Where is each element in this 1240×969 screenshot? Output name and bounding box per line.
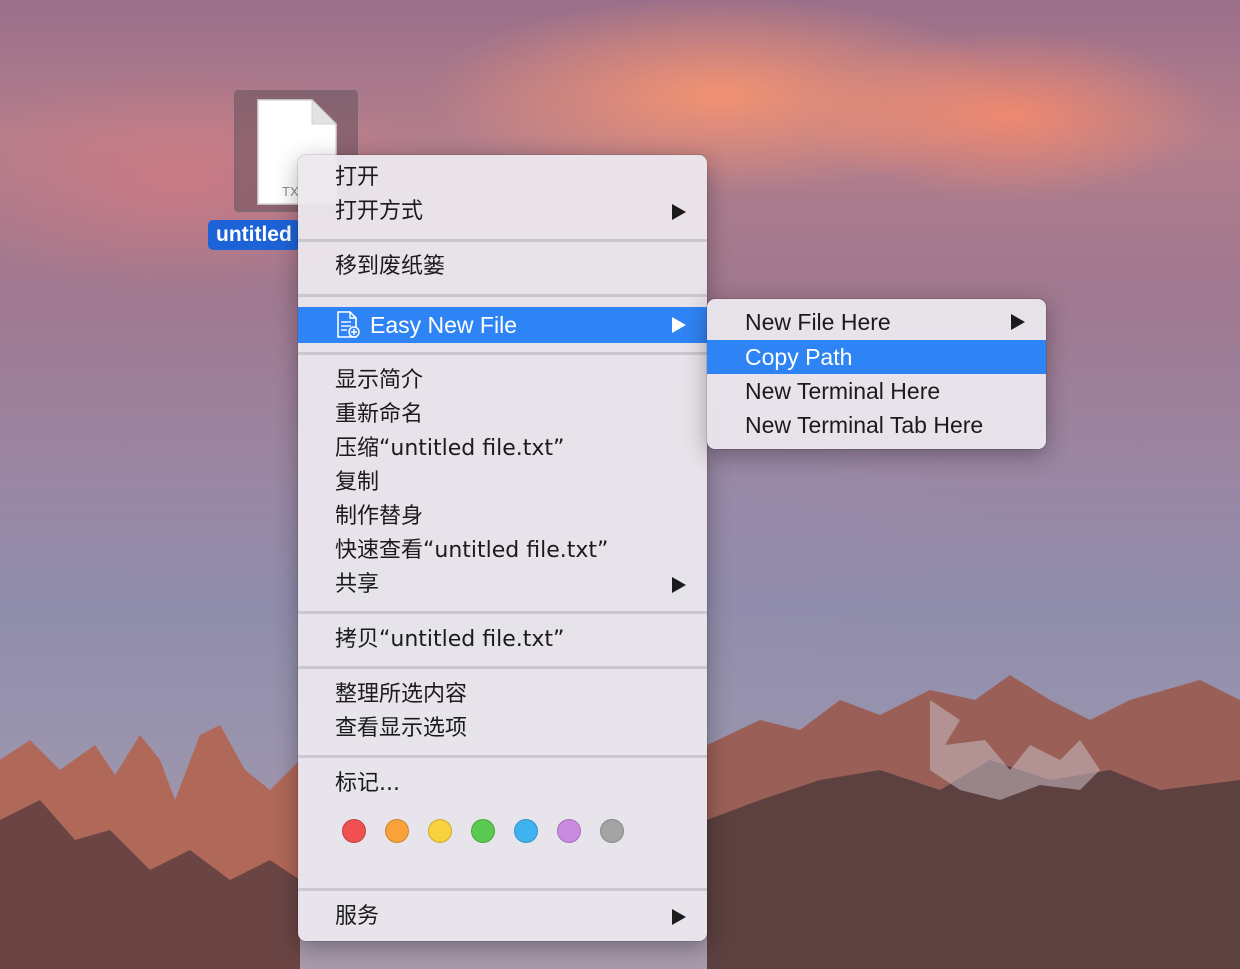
tag-dot-blue[interactable] bbox=[514, 819, 538, 843]
menu-item-label: 打开方式 bbox=[335, 199, 424, 224]
file-name-label[interactable]: untitled bbox=[208, 220, 300, 250]
submenu-arrow-icon bbox=[672, 909, 686, 925]
menu-item-share[interactable]: 共享 bbox=[298, 568, 707, 602]
menu-item-move-to-trash[interactable]: 移到废纸篓 bbox=[298, 250, 707, 284]
menu-item-copy-file[interactable]: 拷贝“untitled file.txt” bbox=[298, 623, 707, 657]
submenu-item-new-file-here[interactable]: New File Here bbox=[707, 305, 1046, 339]
submenu-arrow-icon bbox=[1011, 314, 1025, 330]
menu-item-label: Easy New File bbox=[370, 312, 517, 338]
menu-item-tags[interactable]: 标记... bbox=[298, 767, 707, 801]
menu-separator bbox=[298, 611, 707, 614]
easy-new-file-submenu: New File Here Copy Path New Terminal Her… bbox=[707, 299, 1046, 449]
menu-separator bbox=[298, 666, 707, 669]
menu-item-clean-up[interactable]: 整理所选内容 bbox=[298, 678, 707, 712]
menu-item-duplicate[interactable]: 复制 bbox=[298, 466, 707, 500]
menu-item-make-alias[interactable]: 制作替身 bbox=[298, 500, 707, 534]
submenu-item-new-terminal-tab-here[interactable]: New Terminal Tab Here bbox=[707, 408, 1046, 442]
tag-dot-gray[interactable] bbox=[600, 819, 624, 843]
menu-separator bbox=[298, 888, 707, 891]
tag-dot-yellow[interactable] bbox=[428, 819, 452, 843]
menu-separator bbox=[298, 755, 707, 758]
submenu-arrow-icon bbox=[672, 577, 686, 593]
submenu-item-copy-path[interactable]: Copy Path bbox=[707, 340, 1046, 374]
submenu-arrow-icon bbox=[672, 204, 686, 220]
menu-item-services[interactable]: 服务 bbox=[298, 900, 707, 934]
menu-item-view-options[interactable]: 查看显示选项 bbox=[298, 712, 707, 746]
menu-item-get-info[interactable]: 显示简介 bbox=[298, 364, 707, 398]
menu-separator bbox=[298, 294, 707, 297]
tag-dot-orange[interactable] bbox=[385, 819, 409, 843]
menu-separator bbox=[298, 352, 707, 355]
menu-item-quick-look[interactable]: 快速查看“untitled file.txt” bbox=[298, 534, 707, 568]
menu-item-rename[interactable]: 重新命名 bbox=[298, 398, 707, 432]
context-menu: 打开 打开方式 移到废纸篓 Easy New File 显示简介 重新命名 压缩… bbox=[298, 155, 707, 941]
tag-dot-purple[interactable] bbox=[557, 819, 581, 843]
menu-item-open-with[interactable]: 打开方式 bbox=[298, 195, 707, 229]
tag-dot-red[interactable] bbox=[342, 819, 366, 843]
menu-separator bbox=[298, 239, 707, 242]
tag-dot-green[interactable] bbox=[471, 819, 495, 843]
menu-item-easy-new-file[interactable]: Easy New File bbox=[298, 307, 707, 343]
file-extension-label: TX bbox=[282, 184, 299, 199]
submenu-arrow-icon bbox=[672, 317, 686, 333]
easy-new-file-icon bbox=[337, 311, 360, 338]
submenu-item-new-terminal-here[interactable]: New Terminal Here bbox=[707, 374, 1046, 408]
menu-item-compress[interactable]: 压缩“untitled file.txt” bbox=[298, 432, 707, 466]
menu-item-label: 共享 bbox=[335, 572, 380, 597]
menu-item-label: New File Here bbox=[745, 309, 891, 335]
menu-item-label: 服务 bbox=[335, 904, 380, 929]
menu-item-open[interactable]: 打开 bbox=[298, 161, 707, 195]
